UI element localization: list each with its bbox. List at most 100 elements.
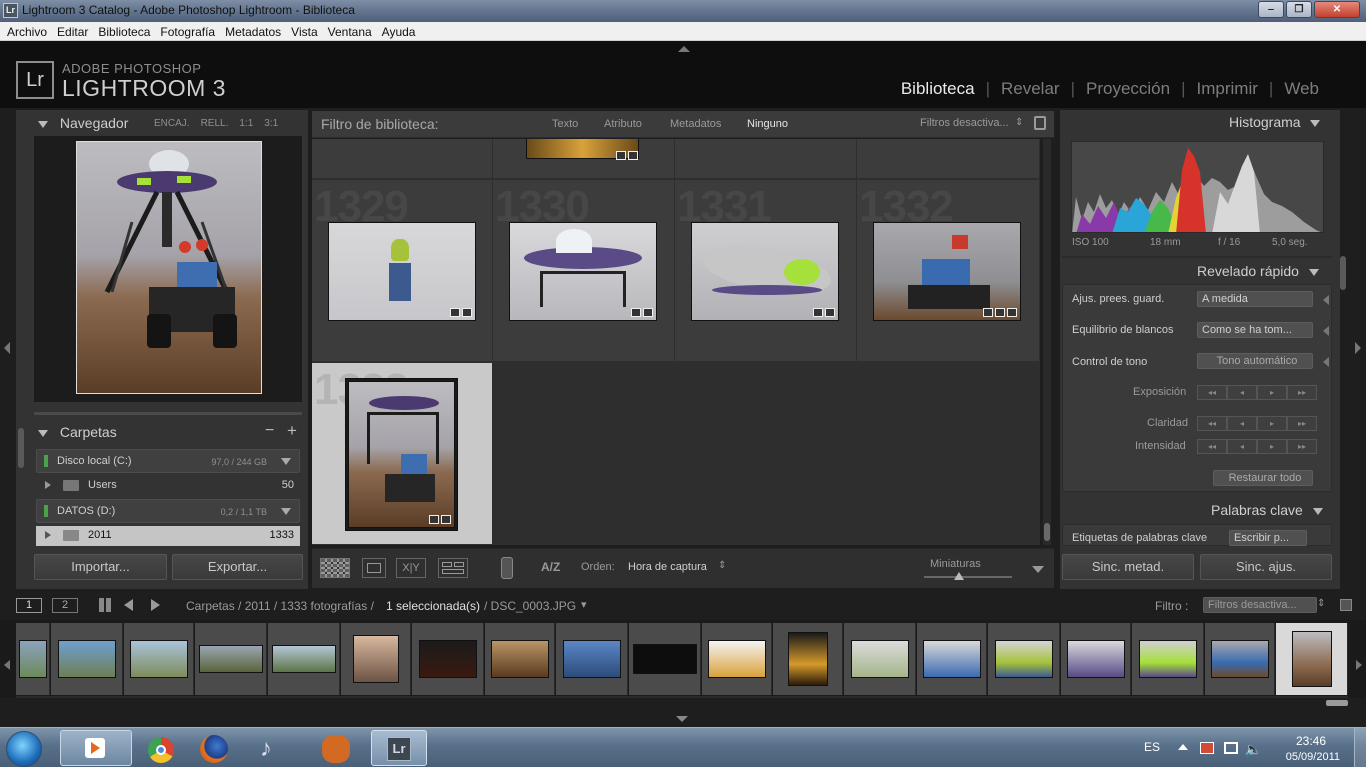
module-revelar[interactable]: Revelar — [990, 79, 1071, 99]
filmstrip-thumbnail[interactable] — [562, 640, 621, 678]
zoom-fit[interactable]: ENCAJ. — [154, 118, 190, 129]
filter-metadata[interactable]: Metadatos — [670, 118, 721, 130]
quick-develop-header[interactable]: Revelado rápido — [1197, 263, 1319, 279]
folders-collapse-icon[interactable] — [38, 429, 48, 437]
filmstrip-filter-select[interactable]: Filtros desactiva... — [1203, 597, 1317, 613]
sort-direction-icon[interactable]: A/Z — [541, 560, 560, 574]
filmstrip-thumbnail[interactable] — [418, 640, 477, 678]
minimize-button[interactable]: ‒ — [1258, 1, 1284, 18]
close-button[interactable]: ✕ — [1314, 1, 1360, 18]
zoom-1-1[interactable]: 1:1 — [239, 118, 253, 129]
filter-toggle-icon[interactable] — [1340, 599, 1352, 611]
module-imprimir[interactable]: Imprimir — [1186, 79, 1269, 99]
secondary-window-button[interactable]: 2 — [52, 598, 78, 613]
keywords-collapse-icon[interactable] — [1312, 507, 1323, 515]
filmstrip-cell[interactable] — [773, 623, 843, 695]
module-proyeccion[interactable]: Proyección — [1075, 79, 1181, 99]
filmstrip-cell[interactable] — [556, 623, 628, 695]
zoom-3-1[interactable]: 3:1 — [264, 118, 278, 129]
primary-window-button[interactable]: 1 — [16, 598, 42, 613]
show-desktop-button[interactable] — [1354, 728, 1366, 767]
grid-shortcut-icon[interactable] — [99, 598, 113, 612]
collapse-bottom-panel-icon[interactable] — [676, 716, 688, 722]
filmstrip-cell[interactable] — [988, 623, 1060, 695]
zoom-fill[interactable]: RELL. — [201, 118, 229, 129]
grid-cell-partial[interactable] — [675, 139, 857, 179]
exposure-stepper[interactable]: ◂◂ ◂ ▸ ▸▸ — [1197, 385, 1317, 400]
filter-text[interactable]: Texto — [552, 118, 578, 130]
filmstrip-cell[interactable] — [195, 623, 267, 695]
thumbnail-image[interactable] — [509, 222, 657, 321]
filmstrip-thumbnail[interactable] — [57, 640, 116, 678]
thumbnail-image[interactable] — [348, 381, 455, 528]
filmstrip-cell[interactable] — [629, 623, 701, 695]
reset-all-button[interactable]: Restaurar todo — [1213, 470, 1313, 486]
thumbnail-image[interactable] — [873, 222, 1021, 321]
folder-users[interactable]: Users 50 — [36, 476, 300, 496]
loupe-view-icon[interactable] — [362, 558, 386, 578]
thumbnail-size-slider-knob[interactable] — [954, 572, 964, 580]
filmstrip-thumbnail[interactable] — [1066, 640, 1125, 678]
filmstrip-thumbnail[interactable] — [787, 632, 828, 686]
filmstrip[interactable] — [0, 620, 1366, 698]
remove-folder-icon[interactable]: − — [265, 422, 274, 440]
taskbar-lightroom[interactable]: Lr — [371, 730, 427, 766]
expand-row-icon[interactable] — [1323, 357, 1329, 367]
window-titlebar[interactable]: Lr Lightroom 3 Catalog - Adobe Photoshop… — [0, 0, 1366, 22]
filter-preset-select[interactable]: Filtros desactiva... — [920, 117, 1009, 129]
filmstrip-thumbnail[interactable] — [490, 640, 549, 678]
filmstrip-cell[interactable] — [1061, 623, 1131, 695]
quick-develop-collapse-icon[interactable] — [1308, 268, 1319, 276]
menu-ventana[interactable]: Ventana — [323, 22, 377, 40]
filmstrip-thumbnail[interactable] — [1138, 640, 1197, 678]
filmstrip-thumbnail[interactable] — [994, 640, 1053, 678]
grid-scrollbar-thumb[interactable] — [1044, 523, 1050, 541]
maximize-button[interactable]: ❐ — [1286, 1, 1312, 18]
filter-none[interactable]: Ninguno — [747, 118, 788, 130]
collapse-top-panel-icon[interactable] — [678, 46, 690, 52]
import-button[interactable]: Importar... — [34, 554, 167, 580]
module-web[interactable]: Web — [1273, 79, 1330, 99]
filmstrip-scrollbar[interactable] — [16, 696, 1348, 698]
auto-tone-button[interactable]: Tono automático — [1197, 353, 1313, 369]
network-icon[interactable] — [1224, 742, 1238, 754]
filmstrip-thumbnail[interactable] — [129, 640, 188, 678]
taskbar-app-orange[interactable] — [310, 730, 364, 766]
expand-row-icon[interactable] — [1323, 295, 1329, 305]
action-center-icon[interactable] — [1200, 742, 1214, 754]
step-down-button[interactable]: ◂ — [1227, 385, 1257, 400]
menu-fotografia[interactable]: Fotografía — [155, 22, 220, 40]
library-grid[interactable]: 1329 1330 1331 1332 — [312, 139, 1040, 545]
navigator-image[interactable] — [76, 141, 262, 394]
step-large-up-button[interactable]: ▸▸ — [1287, 385, 1317, 400]
menu-archivo[interactable]: Archivo — [2, 22, 52, 40]
grid-scrollbar[interactable] — [1043, 139, 1051, 545]
step-up-button[interactable]: ▸ — [1257, 416, 1287, 431]
step-large-down-button[interactable]: ◂◂ — [1197, 439, 1227, 454]
filmstrip-thumbnail[interactable] — [1210, 640, 1269, 678]
keywords-header[interactable]: Palabras clave — [1211, 502, 1323, 518]
start-button[interactable] — [6, 731, 42, 767]
grid-cell-partial[interactable] — [493, 139, 675, 179]
survey-view-icon[interactable] — [438, 558, 468, 578]
histogram-header[interactable]: Histograma — [1229, 114, 1321, 130]
filmstrip-cell[interactable] — [485, 623, 555, 695]
step-up-button[interactable]: ▸ — [1257, 439, 1287, 454]
white-balance-select[interactable]: Como se ha tom... — [1197, 322, 1313, 338]
taskbar-media-player[interactable] — [60, 730, 132, 766]
filmstrip-cell[interactable] — [917, 623, 987, 695]
histogram-chart[interactable] — [1071, 141, 1324, 233]
thumbnail-image[interactable] — [691, 222, 839, 321]
menu-biblioteca[interactable]: Biblioteca — [93, 22, 155, 40]
grid-cell[interactable]: 1332 — [857, 180, 1040, 362]
export-button[interactable]: Exportar... — [172, 554, 303, 580]
expand-folder-icon[interactable] — [45, 481, 51, 489]
clarity-stepper[interactable]: ◂◂ ◂ ▸ ▸▸ — [1197, 416, 1317, 431]
filmstrip-thumbnail[interactable] — [707, 640, 766, 678]
filmstrip-thumbnail[interactable] — [352, 635, 399, 683]
keyword-tags-select[interactable]: Escribir p... — [1229, 530, 1307, 546]
step-large-down-button[interactable]: ◂◂ — [1197, 416, 1227, 431]
step-large-down-button[interactable]: ◂◂ — [1197, 385, 1227, 400]
filmstrip-cell[interactable] — [1132, 623, 1204, 695]
navigator-collapse-icon[interactable] — [38, 120, 48, 128]
